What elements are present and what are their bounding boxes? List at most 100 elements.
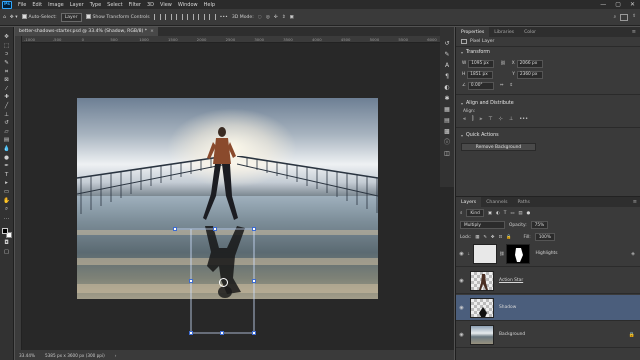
panel-menu-icon[interactable]: ≡ — [632, 29, 640, 35]
remove-background-button[interactable]: Remove Background — [461, 143, 536, 151]
transform-handle-bottom-left[interactable] — [189, 331, 193, 335]
menu-3d[interactable]: 3D — [144, 2, 157, 8]
blend-mode-dropdown[interactable]: Multiply — [460, 221, 505, 229]
hand-icon[interactable]: ✋ — [3, 198, 11, 204]
transform-bounding-box[interactable] — [22, 43, 454, 350]
layer-row-shadow[interactable]: ◉ Shadow — [456, 295, 640, 321]
transform-handle-bottom-right[interactable] — [252, 331, 256, 335]
left-ruler[interactable] — [15, 36, 22, 350]
layer-name[interactable]: Shadow — [499, 305, 516, 310]
layer-mask-thumbnail[interactable] — [506, 243, 531, 264]
paragraph-panel-icon[interactable]: ¶ — [445, 74, 449, 80]
lock-all-icon[interactable]: 🔒 — [506, 235, 511, 240]
search-icon[interactable]: ⌕ — [460, 211, 462, 216]
workspace-icon[interactable] — [620, 13, 629, 21]
document-tab[interactable]: better-shadows-starter.psd @ 33.4% (Shad… — [15, 27, 158, 36]
align-middle-icon[interactable] — [197, 14, 205, 20]
menu-filter[interactable]: Filter — [126, 2, 144, 8]
scale-3d-icon[interactable]: ▣ — [290, 15, 294, 20]
layer-name[interactable]: Background — [499, 332, 525, 337]
lock-pixels-icon[interactable]: ▦ — [475, 235, 479, 240]
filter-adjustment-icon[interactable]: ◐ — [496, 211, 500, 216]
opacity-field[interactable]: 75% — [530, 221, 549, 229]
reference-point-icon[interactable] — [219, 278, 228, 287]
filter-pixel-icon[interactable]: ▣ — [488, 211, 492, 216]
pen-icon[interactable]: ✒ — [3, 163, 11, 170]
link-icon[interactable]: ⛓ — [500, 61, 505, 66]
lock-position-icon[interactable]: ✥ — [491, 235, 495, 240]
height-field[interactable]: H 1851 px — [462, 70, 494, 79]
x-field[interactable]: X 2066 px — [512, 59, 543, 68]
path-select-icon[interactable]: ▸ — [3, 181, 11, 187]
chevron-down-icon[interactable]: ▾ — [461, 133, 463, 138]
swatches-panel-icon[interactable]: ▦ — [444, 107, 450, 113]
brush-icon[interactable]: ╱ — [3, 103, 11, 110]
transform-handle-middle-left[interactable] — [189, 279, 193, 283]
screen-mode-icon[interactable]: ▢ — [3, 249, 11, 255]
adjustments-panel-icon[interactable]: ◐ — [444, 85, 449, 91]
transform-section-header[interactable]: ▾ Transform — [456, 47, 640, 58]
move-icon[interactable]: ✥ — [3, 35, 11, 41]
filter-smart-object-icon[interactable]: ▤ — [518, 211, 522, 216]
filter-type-icon[interactable]: T — [504, 211, 507, 216]
align-center-icon[interactable] — [164, 14, 172, 20]
align-bottom-icon[interactable] — [208, 14, 216, 20]
gradients-panel-icon[interactable]: ▤ — [444, 118, 450, 124]
transform-handle-top-right[interactable] — [252, 227, 256, 231]
history-brush-icon[interactable]: ↺ — [3, 120, 11, 127]
fill-field[interactable]: 100% — [534, 233, 555, 241]
align-top-icon[interactable] — [186, 14, 194, 20]
color-swatches[interactable] — [1, 228, 12, 239]
dodge-icon[interactable]: ● — [3, 155, 11, 161]
layer-row-background[interactable]: ◉ Background 🔒 — [456, 322, 640, 348]
menu-select[interactable]: Select — [104, 2, 125, 8]
menu-layer[interactable]: Layer — [67, 2, 87, 8]
align-horizontal-centers-icon[interactable]: ⫿ — [472, 116, 474, 122]
visibility-eye-icon[interactable]: ◉ — [456, 251, 467, 257]
eyedropper-icon[interactable]: ⁄ — [3, 86, 11, 93]
layers-menu-icon[interactable]: ≡ — [633, 199, 640, 205]
share-icon[interactable]: ⇪ — [632, 14, 636, 21]
lasso-icon[interactable]: ↄ — [3, 52, 11, 58]
top-ruler[interactable]: -1000 -500 0 500 1000 1500 2000 2500 3000 3500 400… — [22, 36, 454, 43]
transform-handle-middle-right[interactable] — [252, 279, 256, 283]
marquee-icon[interactable]: ⬚ — [3, 43, 11, 50]
tab-libraries[interactable]: Libraries — [489, 27, 519, 37]
info-panel-icon[interactable]: ⓘ — [444, 140, 450, 146]
layer-fx-icon[interactable]: ◈ — [631, 251, 635, 257]
visibility-eye-icon[interactable]: ◉ — [456, 278, 467, 284]
tab-color[interactable]: Color — [519, 27, 541, 37]
foreground-color-swatch[interactable] — [1, 228, 8, 235]
history-panel-icon[interactable]: ↺ — [444, 41, 449, 47]
align-section-header[interactable]: ▾ Align and Distribute — [456, 98, 640, 109]
menu-file[interactable]: File — [15, 2, 29, 8]
minimize-button[interactable]: — — [600, 1, 606, 8]
edit-toolbar-icon[interactable]: … — [3, 215, 11, 221]
layer-name[interactable]: Action Star — [499, 278, 523, 283]
rotate-3d-icon[interactable]: ◌ — [258, 15, 262, 20]
align-vertical-centers-icon[interactable]: ⊹ — [499, 116, 503, 122]
filter-toggle-icon[interactable]: ● — [526, 211, 530, 216]
maximize-button[interactable]: ▢ — [615, 1, 621, 8]
tab-paths[interactable]: Paths — [512, 197, 535, 207]
lock-artboard-icon[interactable]: ⊡ — [499, 235, 503, 240]
close-button[interactable]: ✕ — [630, 1, 635, 8]
menu-image[interactable]: Image — [45, 2, 67, 8]
zoom-level[interactable]: 33.44% — [19, 353, 35, 358]
menu-view[interactable]: View — [157, 2, 175, 8]
angle-field[interactable]: ∠ 0.00° — [462, 81, 494, 90]
quick-mask-icon[interactable]: ◘ — [3, 240, 11, 247]
status-arrow-icon[interactable]: › — [115, 353, 117, 358]
layer-row-action-star[interactable]: ◉ Action Star — [456, 268, 640, 294]
quick-select-icon[interactable]: ✎ — [3, 60, 11, 67]
menu-type[interactable]: Type — [87, 2, 104, 8]
flip-vertical-icon[interactable]: ⇕ — [509, 83, 513, 88]
frame-icon[interactable]: ⊠ — [3, 77, 11, 84]
chevron-down-icon[interactable]: ▾ — [461, 101, 463, 106]
shape-icon[interactable]: ▭ — [3, 189, 11, 196]
flip-horizontal-icon[interactable]: ⇔ — [500, 83, 504, 88]
menu-help[interactable]: Help — [201, 2, 218, 8]
auto-select-checkbox[interactable]: Auto-Select: — [21, 14, 57, 20]
filter-kind-dropdown[interactable]: Kind — [466, 209, 484, 217]
brushes-panel-icon[interactable]: ✎ — [444, 52, 449, 58]
